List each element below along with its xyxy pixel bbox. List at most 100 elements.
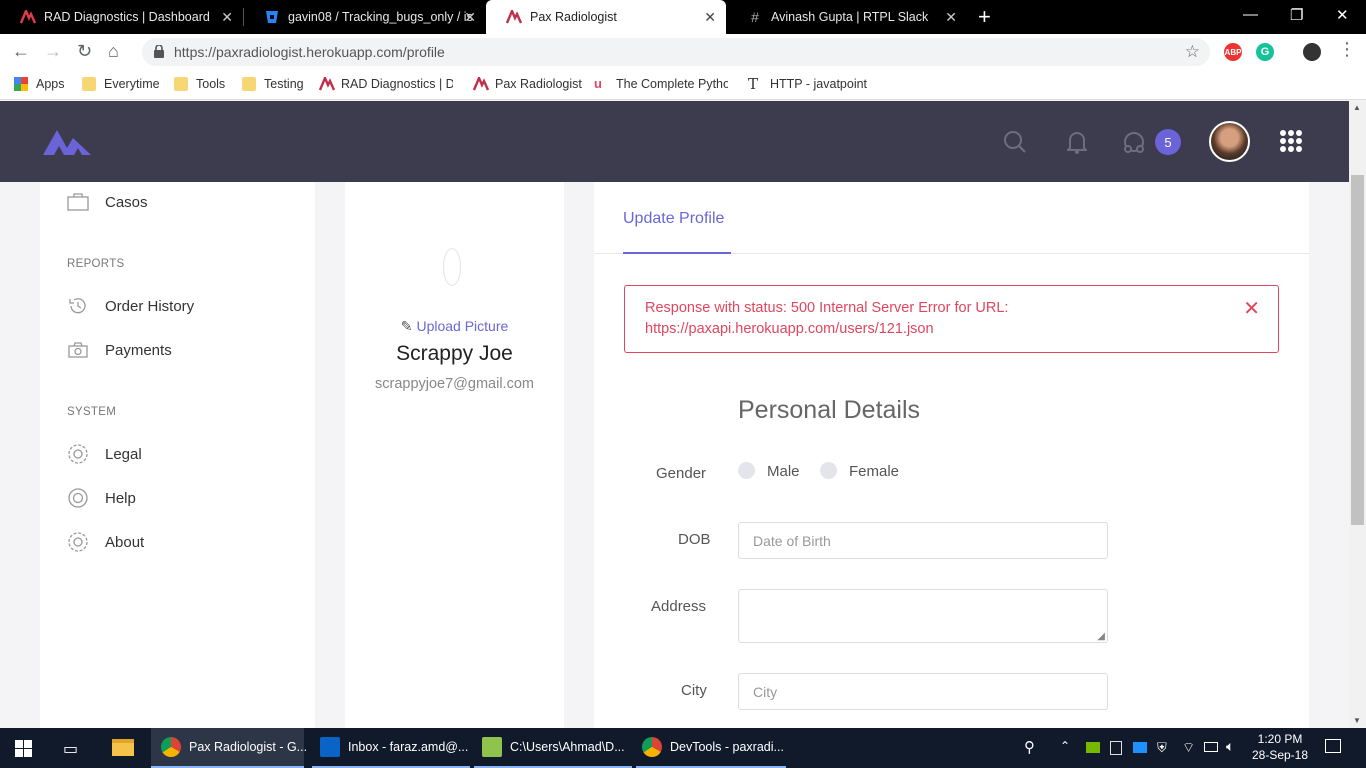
dob-label: DOB: [678, 531, 711, 548]
sidebar-item-help[interactable]: Help: [67, 487, 136, 509]
windows-taskbar: ▭ Pax Radiologist - G... Inbox - faraz.a…: [0, 728, 1366, 768]
bookmark-tools[interactable]: Tools: [174, 77, 225, 91]
scrollbar-thumb[interactable]: [1351, 175, 1364, 525]
gender-male-label: Male: [767, 463, 800, 480]
new-tab-icon[interactable]: +: [978, 4, 991, 30]
bell-icon[interactable]: [1065, 130, 1089, 159]
outlook-icon: [320, 737, 340, 757]
close-tab-icon[interactable]: ✕: [464, 9, 476, 26]
profile-picture[interactable]: [443, 248, 461, 286]
grammarly-icon[interactable]: G: [1256, 43, 1274, 61]
bookmark-testing[interactable]: Testing: [242, 77, 304, 91]
upload-picture-link[interactable]: ✎ Upload Picture: [345, 318, 564, 335]
defender-icon[interactable]: ⛨: [1157, 740, 1167, 756]
profile-email: scrappyjoe7@gmail.com: [375, 376, 534, 392]
taskbar-app-devtools[interactable]: DevTools - paxradi...: [636, 728, 786, 768]
people-icon[interactable]: ⚲: [1024, 738, 1035, 756]
bookmark-apps[interactable]: Apps: [14, 77, 65, 91]
action-center-icon[interactable]: [1325, 739, 1341, 753]
briefcase-icon: [67, 191, 89, 213]
bookmark-complete-python[interactable]: u The Complete Pytho: [594, 76, 728, 92]
bookmark-everytime[interactable]: Everytime: [82, 77, 160, 91]
volume-icon[interactable]: 🔈︎: [1226, 738, 1234, 755]
rad-logo-icon: [318, 74, 336, 91]
error-alert-message: Response with status: 500 Internal Serve…: [645, 300, 1009, 337]
menu-kebab-icon[interactable]: ⋮: [1338, 40, 1356, 58]
bookmark-pax-radiologist[interactable]: Pax Radiologist: [472, 74, 582, 91]
bookmark-rad-diagnostics[interactable]: RAD Diagnostics | Da: [318, 74, 453, 91]
city-label: City: [681, 682, 707, 699]
reload-icon[interactable]: ↻: [77, 42, 92, 60]
wifi-icon[interactable]: ⌔: [1182, 739, 1195, 757]
task-view-icon[interactable]: ▭: [63, 739, 78, 759]
bookmark-star-icon[interactable]: ☆: [1185, 42, 1200, 62]
update-profile-panel: Update Profile Response with status: 500…: [594, 182, 1309, 728]
pax-logo[interactable]: [40, 128, 94, 161]
restore-icon[interactable]: ❐: [1290, 6, 1303, 24]
history-icon: [67, 295, 89, 317]
minimize-icon[interactable]: —: [1243, 6, 1258, 23]
sidebar-item-payments[interactable]: Payments: [67, 339, 172, 361]
scroll-up-icon[interactable]: ▲: [1353, 103, 1361, 112]
user-avatar[interactable]: [1209, 121, 1250, 162]
chrome-icon: [161, 737, 181, 757]
gender-female-radio[interactable]: [820, 462, 837, 479]
sidebar-item-order-history[interactable]: Order History: [67, 295, 194, 317]
tray-app-icon[interactable]: [1110, 741, 1122, 755]
camera-icon: [67, 339, 89, 361]
taskbar-app-chrome-pax[interactable]: Pax Radiologist - G...: [151, 728, 307, 768]
app-header: [0, 101, 1349, 182]
dob-field[interactable]: Date of Birth: [738, 522, 1108, 559]
close-tab-icon[interactable]: ✕: [221, 9, 233, 26]
bitbucket-icon: [264, 9, 280, 25]
browser-tab-slack[interactable]: # Avinash Gupta | RTPL Slack ✕: [727, 0, 967, 34]
bookmark-javatpoint[interactable]: T HTTP - javatpoint: [748, 75, 867, 93]
gender-label: Gender: [656, 465, 707, 482]
file-explorer-icon[interactable]: [112, 739, 134, 756]
home-icon[interactable]: ⌂: [108, 42, 119, 60]
profile-avatar-icon[interactable]: [1303, 43, 1321, 61]
system-clock[interactable]: 1:20 PM 28-Sep-18: [1245, 731, 1315, 763]
tab-update-profile[interactable]: Update Profile: [623, 210, 724, 228]
close-window-icon[interactable]: ✕: [1336, 6, 1349, 24]
browser-tab-rad-diagnostics[interactable]: RAD Diagnostics | Dashboard ✕: [0, 0, 243, 34]
edit-icon: ✎: [400, 318, 413, 334]
address-field[interactable]: ◢: [738, 589, 1108, 643]
adblock-icon[interactable]: ABP: [1224, 43, 1242, 61]
page-scrollbar[interactable]: ▲ ▼: [1349, 101, 1366, 727]
windows-start-icon[interactable]: [15, 740, 32, 757]
browser-tab-bitbucket[interactable]: gavin08 / Tracking_bugs_only / is ✕: [244, 0, 486, 34]
close-tab-icon[interactable]: ✕: [704, 9, 716, 26]
browser-toolbar: ← → ↻ ⌂ https://paxradiologist.herokuapp…: [0, 34, 1366, 70]
forward-icon[interactable]: →: [44, 42, 62, 60]
close-alert-icon[interactable]: ✕: [1243, 296, 1260, 321]
sidebar-item-legal[interactable]: Legal: [67, 443, 142, 465]
back-icon[interactable]: ←: [12, 42, 30, 60]
taskbar-app-outlook[interactable]: Inbox - faraz.amd@...: [312, 728, 470, 768]
taskbar-app-notepad[interactable]: C:\Users\Ahmad\D...: [474, 728, 632, 768]
profile-name: Scrappy Joe: [396, 342, 513, 365]
sidebar-item-about[interactable]: About: [67, 531, 144, 553]
pax-logo-icon: [472, 74, 490, 91]
udemy-icon: u: [594, 76, 602, 91]
scroll-down-icon[interactable]: ▼: [1353, 716, 1361, 725]
pax-logo-icon: [506, 9, 522, 25]
url-text: https://paxradiologist.herokuapp.com/pro…: [174, 44, 445, 60]
notification-count-badge[interactable]: 5: [1155, 129, 1181, 155]
browser-tab-pax-radiologist[interactable]: Pax Radiologist ✕: [486, 0, 726, 34]
users-icon[interactable]: [1122, 130, 1146, 159]
javatpoint-icon: T: [748, 75, 759, 93]
gear-icon: [67, 443, 89, 465]
tray-chevron-icon[interactable]: ⌃: [1060, 739, 1070, 753]
city-field[interactable]: City: [738, 673, 1108, 710]
battery-icon[interactable]: [1204, 742, 1218, 752]
sidebar-item-casos[interactable]: Casos: [67, 191, 148, 213]
gender-male-radio[interactable]: [738, 462, 755, 479]
close-tab-icon[interactable]: ✕: [945, 9, 957, 26]
search-icon[interactable]: [1003, 130, 1027, 159]
onedrive-icon[interactable]: [1133, 742, 1147, 753]
address-bar[interactable]: https://paxradiologist.herokuapp.com/pro…: [142, 38, 1210, 66]
app-grid-icon[interactable]: [1280, 130, 1302, 152]
error-alert: Response with status: 500 Internal Serve…: [624, 285, 1279, 353]
nvidia-icon[interactable]: [1086, 742, 1100, 753]
